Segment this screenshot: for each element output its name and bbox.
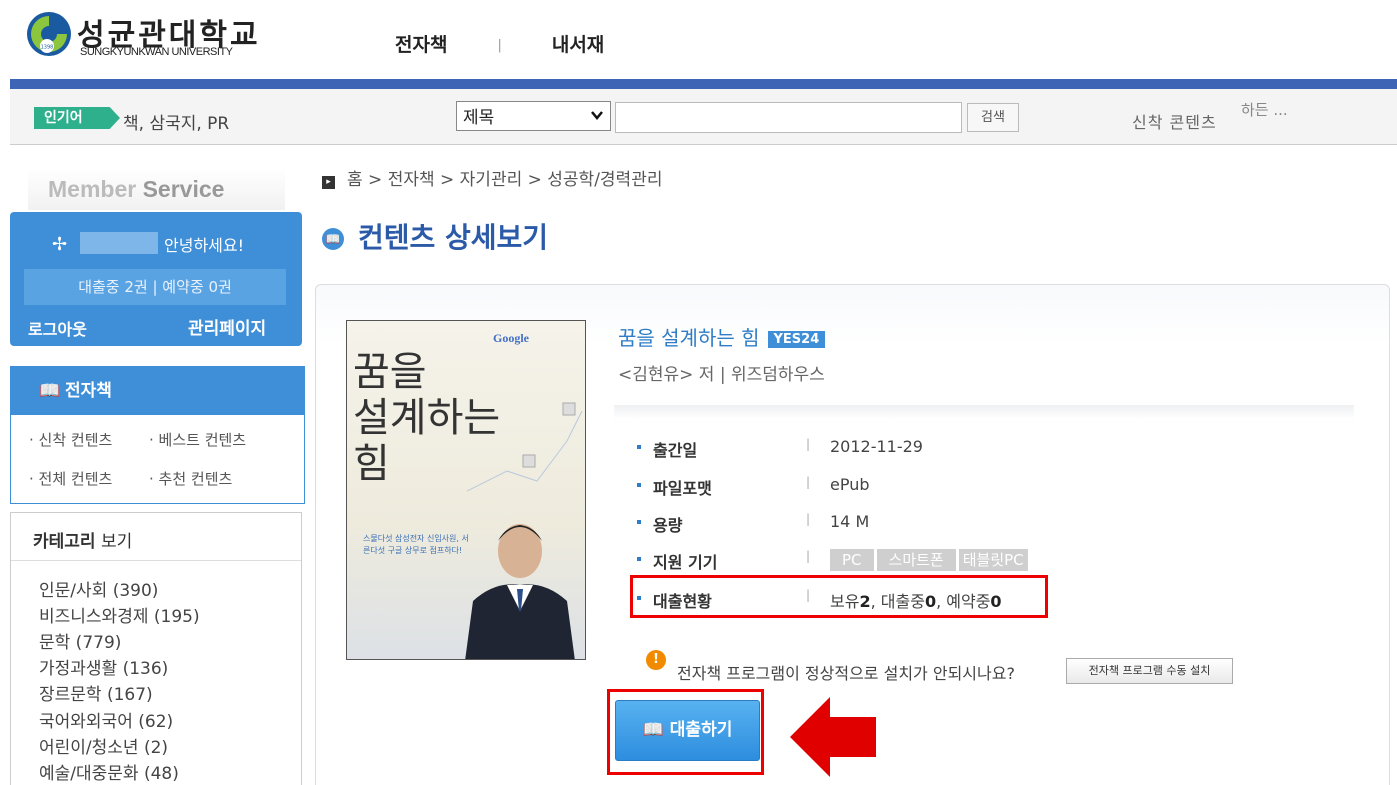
ebook-link-recommended[interactable]: · 추천 컨텐츠 [149,468,232,489]
ebook-link-new[interactable]: · 신착 컨텐츠 [29,429,112,450]
search-bar: 인기어 책, 삼국지, PR 제목 검색 신착 콘텐츠 하든 ... [10,89,1397,145]
search-input[interactable] [615,102,962,133]
device-tag-pc: PC [830,549,874,571]
page-title: 📖 컨텐츠 상세보기 [322,216,548,256]
device-tag-tablet: 태블릿PC [958,549,1028,571]
info-value-file-format: ePub [830,475,870,494]
manual-install-button[interactable]: 전자책 프로그램 수동 설치 [1066,658,1233,684]
ebook-menu-header: 📖 전자책 [11,367,304,415]
book-author: <김현유> 저 | 위즈덤하우스 [618,365,825,385]
cover-chart-graphic [467,402,583,492]
skku-emblem-icon: 1398 [27,12,71,56]
info-value-size: 14 M [830,512,870,531]
university-name-en: SUNGKYUNKWAN UNIVERSITY [80,46,233,58]
admin-page-link[interactable]: 관리페이지 [188,314,266,339]
username-redacted [80,232,158,254]
home-icon: ▸ [322,176,335,189]
cover-google-tag: Google [493,331,529,345]
emblem-year: 1398 [41,45,54,51]
new-contents-ticker[interactable]: 하든 ... [1241,99,1288,120]
category-item[interactable]: 문학 (779) [39,628,121,653]
member-service-title: Member Service [28,168,285,210]
info-separator: | [806,437,811,451]
book-icon: 📖 [642,720,664,740]
nav-my-library[interactable]: 내서재 [552,30,604,57]
chevron-down-icon [591,111,603,120]
supported-devices: PC 스마트폰 태블릿PC [830,549,1031,571]
ebook-menu: 📖 전자책 · 신착 컨텐츠 · 베스트 컨텐츠 · 전체 컨텐츠 · 추천 컨텐… [10,366,305,504]
info-divider [614,405,1354,419]
search-field-select[interactable]: 제목 [456,101,611,131]
info-value-publish-date: 2012-11-29 [830,437,923,456]
warning-icon: ! [646,650,666,670]
popular-keywords[interactable]: 책, 삼국지, PR [123,109,229,134]
bullet [637,520,641,524]
greeting-text: 안녕하세요! [164,236,245,255]
red-arrow-icon [790,697,876,777]
bullet [637,557,641,561]
top-nav: 전자책 | 내서재 [395,30,604,57]
info-label-file-format: 파일포맷 [653,479,712,498]
category-item[interactable]: 어린이/청소년 (2) [39,733,168,758]
category-item[interactable]: 장르문학 (167) [39,680,153,705]
book-title: 꿈을 설계하는 힘 YES24 [618,322,826,351]
new-contents-label: 신착 콘텐츠 [1132,113,1217,132]
category-item[interactable]: 비즈니스와경제 (195) [39,602,200,627]
ebook-link-all[interactable]: · 전체 컨텐츠 [29,468,112,489]
loan-button[interactable]: 📖 대출하기 [615,700,760,761]
category-item[interactable]: 국어와외국어 (62) [39,707,173,732]
book-cover[interactable]: Google 꿈을 설계하는 힘 스물다섯 삼성전자 신입사원, 서른다섯 구글… [346,320,586,660]
user-icon: ✢ [52,234,68,255]
info-label-publish-date: 출간일 [653,441,698,460]
university-logo[interactable]: 1398 성균관대학교 SUNGKYUNKWAN UNIVERSITY [25,8,285,68]
device-tag-smartphone: 스마트폰 [876,549,956,571]
book-circle-icon: 📖 [322,228,344,250]
info-separator: | [806,475,811,489]
header-divider [10,79,1397,89]
category-divider [11,560,301,561]
category-item[interactable]: 인문/사회 (390) [39,576,158,601]
breadcrumb: ▸ 홈 > 전자책 > 자기관리 > 성공학/경력관리 [322,165,662,190]
category-box: 카테고리 보기 인문/사회 (390) 비즈니스와경제 (195) 문학 (77… [10,512,302,785]
loan-status-highlight [630,575,1048,618]
author-photo [465,524,575,659]
nav-ebook[interactable]: 전자책 [395,30,447,57]
loan-status: 대출중 2권 | 예약중 0권 [24,269,286,305]
ebook-link-best[interactable]: · 베스트 컨텐츠 [149,429,246,450]
bullet [637,483,641,487]
bullet [637,445,641,449]
info-separator: | [806,549,811,563]
member-box: ✢ 안녕하세요! 대출중 2권 | 예약중 0권 로그아웃 관리페이지 [10,212,302,346]
category-title: 카테고리 보기 [33,532,133,552]
header: 1398 성균관대학교 SUNGKYUNKWAN UNIVERSITY 전자책 |… [0,0,1397,80]
book-icon: 📖 [39,381,61,401]
nav-separator: | [497,38,502,53]
info-label-size: 용량 [653,516,683,535]
search-field-value: 제목 [463,108,495,128]
info-separator: | [806,512,811,526]
install-notice: 전자책 프로그램이 정상적으로 설치가 안되시나요? [677,664,1015,683]
popular-badge: 인기어 [34,107,120,129]
info-label-devices: 지원 기기 [653,553,718,572]
search-button[interactable]: 검색 [967,103,1019,132]
category-item[interactable]: 예술/대중문화 (48) [39,759,179,784]
vendor-badge: YES24 [767,331,826,348]
category-item[interactable]: 가정과생활 (136) [39,654,168,679]
logout-link[interactable]: 로그아웃 [28,316,87,340]
